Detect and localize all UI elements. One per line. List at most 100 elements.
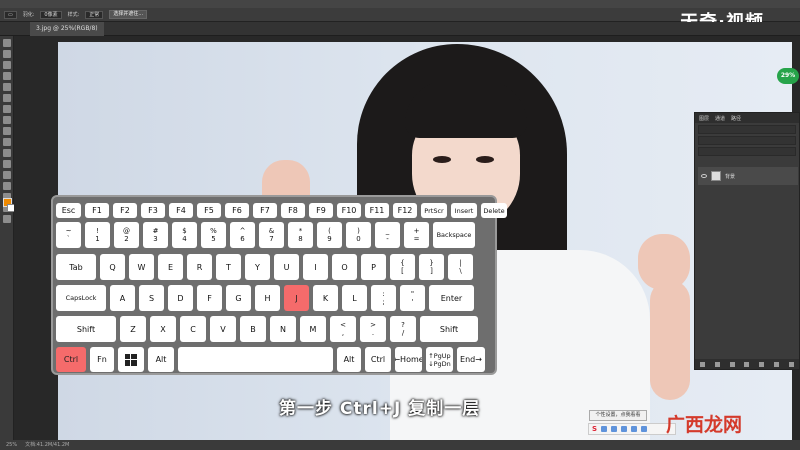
key-f6: F6 (225, 203, 249, 218)
style-select[interactable]: 正常 (85, 10, 104, 19)
input-method-tray: S (588, 423, 676, 435)
feather-input[interactable]: 0像素 (40, 10, 62, 19)
healing-tool-icon[interactable] (3, 105, 11, 113)
key-i: I (303, 254, 328, 280)
key-label: Tab (69, 262, 83, 272)
marquee-tool-icon[interactable]: ▭ (4, 10, 17, 19)
key-label: C (190, 324, 196, 334)
dodge-tool-icon[interactable] (3, 171, 11, 179)
tray-icon[interactable] (641, 426, 648, 432)
key-symbol: ! 1 (85, 222, 110, 248)
key-label: M (309, 324, 317, 334)
tray-icon[interactable] (631, 426, 638, 432)
quick-select-tool-icon[interactable] (3, 72, 11, 80)
key-label: Enter (440, 293, 463, 303)
key-label: F2 (120, 206, 130, 215)
blend-mode-row[interactable] (698, 136, 796, 145)
key-y: Y (245, 254, 270, 280)
key-symbol: >. (360, 316, 386, 342)
key-bottom-label: 7 (269, 235, 274, 243)
key-label: Y (255, 262, 260, 272)
tray-icon[interactable] (601, 426, 608, 432)
key-top-label: ! (96, 227, 99, 235)
key-f10: F10 (337, 203, 361, 218)
key-f4: F4 (169, 203, 193, 218)
key-top-label: $ (182, 227, 187, 235)
key-bottom-label: \ (459, 267, 462, 275)
eyedropper-tool-icon[interactable] (3, 94, 11, 102)
tab-channels[interactable]: 通道 (715, 115, 725, 122)
trash-icon[interactable] (788, 361, 794, 367)
eraser-tool-icon[interactable] (3, 149, 11, 157)
key-esc: Esc (56, 203, 81, 218)
zoom-badge[interactable]: 29% (777, 68, 799, 84)
key-label: F9 (316, 206, 326, 215)
layer-filter-row[interactable] (698, 125, 796, 134)
key-alt: Alt (337, 347, 361, 372)
left-eye (433, 156, 451, 163)
key-bottom-label: . (371, 329, 375, 337)
marquee-tool-icon[interactable] (3, 50, 11, 58)
key-bottom-label: ↓PgDn (428, 359, 451, 368)
key-label: T (226, 262, 231, 272)
key-top-label: % (210, 227, 217, 235)
key-symbol: % 5 (201, 222, 226, 248)
key-label: F7 (260, 206, 270, 215)
key-symbol: ~ ` (56, 222, 81, 248)
layer-name: 背景 (725, 173, 736, 180)
select-and-mask-button[interactable]: 选择并遮住... (109, 10, 148, 19)
key-w: W (129, 254, 154, 280)
windows-key-icon (118, 347, 144, 372)
history-brush-tool-icon[interactable] (3, 138, 11, 146)
key-label: Esc (61, 206, 76, 215)
document-tab[interactable]: 3.jpg @ 25%(RGB/8) (30, 22, 104, 36)
tray-icon[interactable] (611, 426, 618, 432)
link-layers-icon[interactable] (699, 361, 705, 367)
tab-paths[interactable]: 路径 (731, 115, 741, 122)
adjustment-icon[interactable] (744, 361, 750, 367)
key-label: O (341, 262, 348, 272)
tab-layers[interactable]: 图层 (699, 115, 709, 122)
key-insert: Insert (451, 203, 477, 218)
tools-panel (0, 36, 15, 440)
brush-tool-icon[interactable] (3, 116, 11, 124)
subtitle-caption: 第一步 Ctrl+J 复制一层 (279, 399, 481, 419)
fx-icon[interactable] (714, 361, 720, 367)
pen-tool-icon[interactable] (3, 182, 11, 190)
key-label: H (264, 293, 271, 303)
key-label: F3 (148, 206, 158, 215)
mask-icon[interactable] (729, 361, 735, 367)
gradient-tool-icon[interactable] (3, 160, 11, 168)
key-s: S (139, 285, 164, 311)
document-tab-bar: 3.jpg @ 25%(RGB/8) (0, 22, 800, 36)
tray-icon[interactable] (621, 426, 628, 432)
key-top-label: & (268, 227, 275, 235)
key-symbol: ) 0 (346, 222, 371, 248)
key-bottom-label: 4 (182, 235, 187, 243)
key-label: S (148, 293, 155, 303)
key-j: J (284, 285, 309, 311)
key-symbol: }] (419, 254, 444, 280)
new-layer-icon[interactable] (774, 361, 780, 367)
group-icon[interactable] (759, 361, 765, 367)
lock-row[interactable] (698, 147, 796, 156)
key-label: Alt (155, 355, 167, 364)
stamp-tool-icon[interactable] (3, 127, 11, 135)
sogou-logo-icon[interactable]: S (592, 425, 597, 433)
feather-label: 羽化: (22, 11, 35, 18)
key-label: F (207, 293, 212, 303)
key-label: A (119, 293, 126, 303)
layer-row[interactable]: 背景 (698, 167, 798, 185)
key-shift: Shift (56, 316, 116, 342)
key-bottom-label: 2 (124, 235, 129, 243)
key-bottom-label: ' (411, 298, 414, 306)
crop-tool-icon[interactable] (3, 83, 11, 91)
move-tool-icon[interactable] (3, 39, 11, 47)
visibility-eye-icon[interactable] (701, 174, 707, 178)
lasso-tool-icon[interactable] (3, 61, 11, 69)
key-label: E (167, 262, 174, 272)
key-label: ←Home (395, 355, 422, 364)
key-top-label: > (370, 321, 376, 329)
hand-tool-icon[interactable] (3, 215, 11, 223)
key-f7: F7 (253, 203, 277, 218)
